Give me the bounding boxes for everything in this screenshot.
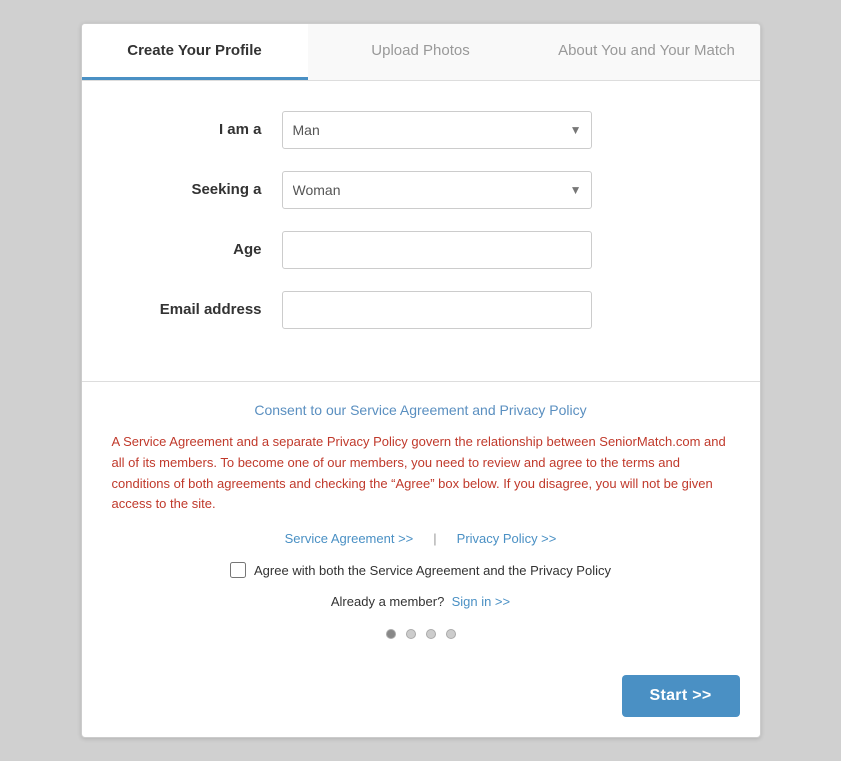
registration-card: Create Your Profile Upload Photos About … bbox=[81, 23, 761, 738]
consent-title: Consent to our Service Agreement and Pri… bbox=[112, 402, 730, 418]
seeking-select[interactable]: Man Woman bbox=[282, 171, 592, 209]
consent-links: Service Agreement >> | Privacy Policy >> bbox=[112, 531, 730, 546]
tab-upload-photos[interactable]: Upload Photos bbox=[308, 24, 534, 80]
agree-label: Agree with both the Service Agreement an… bbox=[254, 563, 611, 578]
email-input[interactable] bbox=[282, 291, 592, 329]
dot-2 bbox=[406, 629, 416, 639]
dot-4 bbox=[446, 629, 456, 639]
seeking-select-wrapper: Man Woman ▼ bbox=[282, 171, 592, 209]
links-separator: | bbox=[433, 531, 436, 546]
iam-select[interactable]: Man Woman bbox=[282, 111, 592, 149]
button-row: Start >> bbox=[82, 675, 760, 737]
agree-checkbox[interactable] bbox=[230, 562, 246, 578]
pagination-dots bbox=[112, 629, 730, 639]
email-row: Email address bbox=[122, 291, 720, 329]
consent-body: A Service Agreement and a separate Priva… bbox=[112, 432, 730, 515]
tab-about-you[interactable]: About You and Your Match bbox=[534, 24, 760, 80]
iam-select-wrapper: Man Woman ▼ bbox=[282, 111, 592, 149]
dot-1 bbox=[386, 629, 396, 639]
form-area: I am a Man Woman ▼ Seeking a Man Woman ▼ bbox=[82, 81, 760, 371]
tab-create-profile[interactable]: Create Your Profile bbox=[82, 24, 308, 80]
already-member-text: Already a member? Sign in >> bbox=[112, 594, 730, 609]
email-label: Email address bbox=[122, 301, 282, 318]
privacy-policy-link[interactable]: Privacy Policy >> bbox=[457, 531, 557, 546]
form-divider bbox=[82, 381, 760, 382]
service-agreement-link[interactable]: Service Agreement >> bbox=[285, 531, 414, 546]
signin-link[interactable]: Sign in >> bbox=[452, 594, 511, 609]
agree-row: Agree with both the Service Agreement an… bbox=[112, 562, 730, 578]
age-label: Age bbox=[122, 241, 282, 258]
seeking-label: Seeking a bbox=[122, 181, 282, 198]
dot-3 bbox=[426, 629, 436, 639]
start-button[interactable]: Start >> bbox=[622, 675, 740, 717]
seeking-row: Seeking a Man Woman ▼ bbox=[122, 171, 720, 209]
iam-row: I am a Man Woman ▼ bbox=[122, 111, 720, 149]
age-row: Age bbox=[122, 231, 720, 269]
age-input[interactable] bbox=[282, 231, 592, 269]
iam-label: I am a bbox=[122, 121, 282, 138]
consent-section: Consent to our Service Agreement and Pri… bbox=[82, 402, 760, 675]
tab-bar: Create Your Profile Upload Photos About … bbox=[82, 24, 760, 81]
already-member-label: Already a member? bbox=[331, 594, 444, 609]
